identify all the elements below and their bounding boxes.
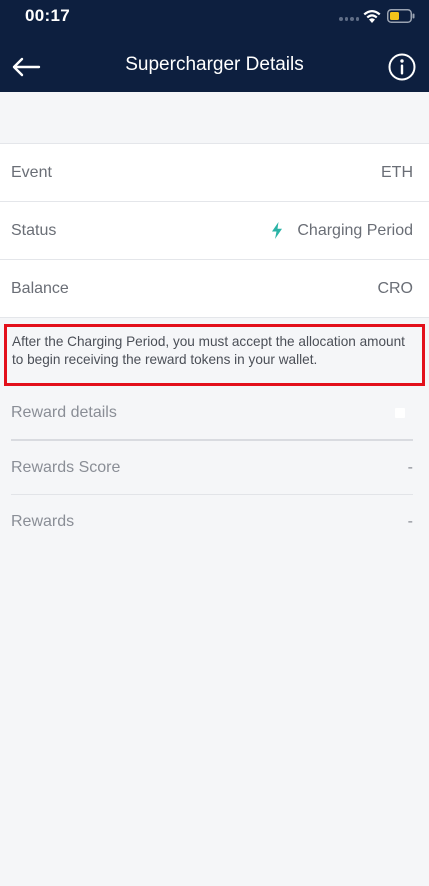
rewards-list: Reward details Rewards Score - Rewards - [0, 386, 429, 549]
balance-row: Balance CRO [0, 260, 429, 318]
notice-wrapper: After the Charging Period, you must acce… [0, 318, 429, 386]
reward-details-toggle[interactable] [395, 407, 405, 418]
signal-icon [339, 17, 359, 22]
reward-details-row[interactable]: Reward details [11, 386, 413, 441]
rewards-row: Rewards - [11, 495, 413, 549]
arrow-left-icon [12, 57, 41, 77]
info-button[interactable] [386, 51, 418, 83]
allocation-notice: After the Charging Period, you must acce… [4, 324, 425, 386]
status-time: 00:17 [25, 6, 70, 25]
status-bar: 00:17 [0, 0, 429, 32]
top-spacer [0, 92, 429, 143]
rewards-value: - [407, 513, 413, 530]
details-content: Event ETH Status Charging Period Balance… [0, 92, 429, 549]
balance-value: CRO [377, 279, 413, 297]
balance-label: Balance [11, 279, 69, 297]
event-row: Event ETH [0, 144, 429, 202]
reward-details-label: Reward details [11, 403, 117, 421]
nav-bar: Supercharger Details [0, 44, 429, 92]
event-value: ETH [381, 163, 413, 181]
status-value: Charging Period [297, 221, 413, 239]
event-label: Event [11, 163, 52, 181]
app-header: 00:17 Supercharger Details [0, 0, 429, 92]
details-card: Event ETH Status Charging Period Balance… [0, 143, 429, 318]
info-icon [388, 53, 416, 81]
lightning-bolt-icon [272, 222, 283, 239]
battery-icon [387, 9, 415, 23]
page-title: Supercharger Details [125, 54, 304, 75]
status-value-group: Charging Period [271, 222, 413, 240]
rewards-score-row: Rewards Score - [11, 441, 413, 495]
status-label: Status [11, 221, 57, 239]
rewards-label: Rewards [11, 513, 75, 530]
status-row: Status Charging Period [0, 202, 429, 260]
rewards-score-value: - [407, 458, 413, 476]
wifi-icon [363, 10, 381, 23]
rewards-score-label: Rewards Score [11, 458, 121, 476]
back-button[interactable] [8, 50, 44, 84]
